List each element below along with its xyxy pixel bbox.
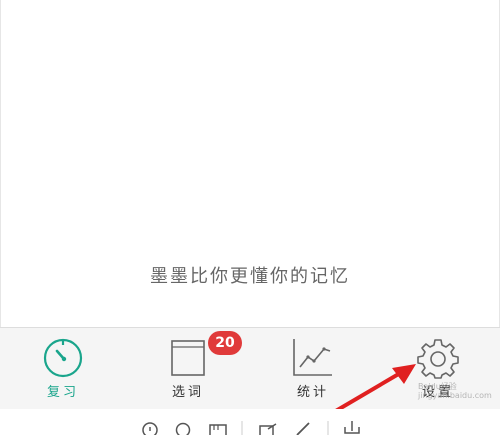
baidu-watermark: Baidu经验 jingyan.baidu.com — [418, 382, 498, 410]
pencil-icon[interactable] — [293, 421, 313, 435]
tab-select-words[interactable]: 20 选词 — [128, 328, 248, 408]
watermark-url: jingyan.baidu.com — [418, 391, 498, 400]
info-icon[interactable] — [141, 421, 159, 435]
tab-review-label: 复习 — [3, 381, 123, 400]
gear-icon — [417, 337, 459, 383]
timer-icon — [42, 337, 84, 383]
tab-review[interactable]: 复习 — [3, 328, 123, 408]
export-icon[interactable] — [258, 421, 278, 435]
toolbar-divider — [240, 421, 244, 435]
search-icon[interactable] — [174, 421, 192, 435]
slogan-text: 墨墨比你更懂你的记忆 — [1, 262, 499, 288]
bottom-toolbar — [0, 409, 500, 431]
line-chart-icon — [292, 337, 334, 381]
watermark-brand: Baidu经验 — [418, 382, 498, 391]
keyboard-icon[interactable] — [208, 421, 228, 435]
new-words-badge: 20 — [208, 331, 242, 355]
download-icon[interactable] — [342, 421, 362, 435]
main-area: 墨墨比你更懂你的记忆 — [0, 0, 500, 327]
toolbar-divider — [326, 421, 330, 435]
tab-select-words-label: 选词 — [128, 381, 248, 400]
book-icon — [170, 337, 206, 381]
